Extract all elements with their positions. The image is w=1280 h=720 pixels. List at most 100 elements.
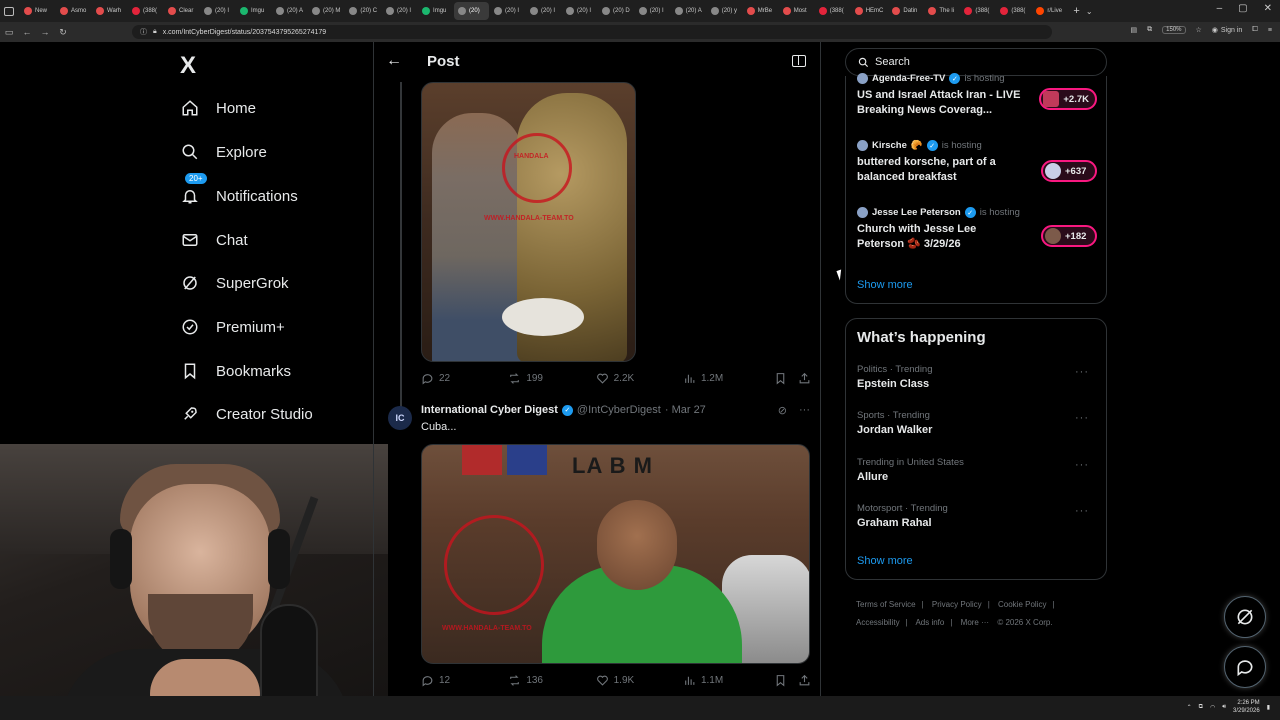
avatar[interactable]: IC xyxy=(388,406,412,430)
browser-tab[interactable]: (20) I xyxy=(490,2,525,20)
more-options-icon[interactable]: ··· xyxy=(1075,459,1089,471)
volume-icon[interactable]: 🔊︎ xyxy=(1222,704,1226,711)
like-button[interactable]: 1.9K xyxy=(596,674,683,687)
nav-item-chat[interactable]: Chat xyxy=(180,230,248,250)
browser-tab[interactable]: (20) D xyxy=(598,2,634,20)
browser-tab[interactable]: (388( xyxy=(960,2,995,20)
browser-tab[interactable]: Imgu xyxy=(236,2,271,20)
repost-button[interactable]: 199 xyxy=(508,372,595,385)
search-input[interactable]: Search xyxy=(845,48,1107,76)
grok-icon[interactable]: ⊘ xyxy=(778,404,787,417)
browser-tab[interactable]: (20) A xyxy=(671,2,706,20)
favorite-star-icon[interactable]: ☆ xyxy=(1196,26,1202,34)
footer-more[interactable]: More ··· xyxy=(961,618,989,627)
new-tab-button[interactable]: + xyxy=(1073,5,1079,17)
menu-icon[interactable]: ≡ xyxy=(1268,27,1272,34)
space-item[interactable]: Jesse Lee Peterson ✓ is hosting Church w… xyxy=(857,207,1097,252)
tab-list-chevron-icon[interactable]: ⌄ xyxy=(1086,7,1093,16)
browser-tab[interactable]: (20) I xyxy=(562,2,597,20)
trend-item[interactable]: Sports · Trending Jordan Walker ··· xyxy=(857,410,1097,436)
tweet-date[interactable]: · Mar 27 xyxy=(665,404,706,416)
network-icon[interactable]: ⧉ xyxy=(1199,704,1203,711)
trend-item[interactable]: Motorsport · Trending Graham Rahal ··· xyxy=(857,503,1097,529)
close-window-button[interactable]: ✕ xyxy=(1264,3,1272,14)
browser-tab[interactable]: MrBe xyxy=(743,2,778,20)
back-arrow-icon[interactable]: ← xyxy=(386,52,402,70)
sidebar-toggle-icon[interactable]: ▭ xyxy=(0,27,18,38)
browser-tab[interactable]: Most xyxy=(779,2,814,20)
trends-show-more-link[interactable]: Show more xyxy=(857,555,913,567)
x-logo[interactable]: X xyxy=(180,52,196,80)
browser-tab[interactable]: Warh xyxy=(92,2,127,20)
browser-tab[interactable]: Clear xyxy=(164,2,199,20)
forward-button[interactable]: → xyxy=(36,27,54,37)
minimize-button[interactable]: – xyxy=(1217,3,1223,14)
screenshot-icon[interactable]: ⧉ xyxy=(1147,26,1152,34)
spaces-show-more-link[interactable]: Show more xyxy=(857,279,913,291)
browser-tab[interactable]: (20) C xyxy=(345,2,381,20)
browser-tab[interactable]: (20) I xyxy=(200,2,235,20)
browser-tab[interactable]: (20) M xyxy=(308,2,344,20)
browser-tab[interactable]: The li xyxy=(924,2,959,20)
nav-item-creator-studio[interactable]: Creator Studio xyxy=(180,404,313,424)
reload-button[interactable]: ↻ xyxy=(54,27,72,38)
wifi-icon[interactable]: ◠ xyxy=(1210,704,1215,711)
tweet-image-bar[interactable]: LA B M WWW.HANDALA-TEAM.TO xyxy=(421,444,810,664)
browser-tab[interactable]: (20) I xyxy=(382,2,417,20)
browser-tab[interactable]: (388( xyxy=(128,2,163,20)
views-button[interactable]: 1.1M xyxy=(683,674,774,687)
browser-tab[interactable]: (388( xyxy=(996,2,1031,20)
nav-item-premium[interactable]: Premium+ xyxy=(180,317,285,337)
more-options-icon[interactable]: ··· xyxy=(1075,412,1089,424)
share-button[interactable] xyxy=(798,674,811,687)
browser-tab[interactable]: Imgu xyxy=(418,2,453,20)
more-options-icon[interactable]: ··· xyxy=(799,404,810,417)
tab-actions-icon[interactable] xyxy=(4,6,14,16)
tray-chevron-icon[interactable]: ⌃ xyxy=(1187,704,1192,711)
space-item[interactable]: Kirsche 🥐 ✓ is hosting buttered korsche,… xyxy=(857,140,1097,185)
sign-in-button[interactable]: ◉ Sign in xyxy=(1212,26,1243,35)
clock[interactable]: 2:26 PM 3/29/2026 xyxy=(1233,699,1260,715)
chat-floating-button[interactable] xyxy=(1224,646,1266,688)
repost-button[interactable]: 136 xyxy=(508,674,595,687)
nav-item-home[interactable]: Home xyxy=(180,98,256,118)
site-info-icon[interactable]: ⓘ xyxy=(140,27,147,37)
browser-tab[interactable]: (20) I xyxy=(526,2,561,20)
browser-tab[interactable]: (20) I xyxy=(635,2,670,20)
nav-item-bookmarks[interactable]: Bookmarks xyxy=(180,361,291,381)
browser-tab[interactable]: New xyxy=(20,2,55,20)
reader-mode-icon[interactable] xyxy=(792,55,806,67)
bookmark-button[interactable] xyxy=(774,674,798,687)
tweet-image-statue[interactable]: HANDALA WWW.HANDALA-TEAM.TO xyxy=(421,82,636,362)
author-handle[interactable]: @IntCyberDigest xyxy=(577,404,661,416)
back-button[interactable]: ← xyxy=(18,27,36,37)
footer-cookie[interactable]: Cookie Policy xyxy=(998,600,1046,609)
share-button[interactable] xyxy=(798,372,811,385)
author-name[interactable]: International Cyber Digest xyxy=(421,404,558,416)
more-options-icon[interactable]: ··· xyxy=(1075,366,1089,378)
space-item[interactable]: Agenda-Free-TV ✓ is hosting US and Israe… xyxy=(857,73,1097,118)
url-field[interactable]: ⓘ 🔒︎ x.com/IntCyberDigest/status/2037543… xyxy=(132,25,1052,39)
reply-button[interactable]: 12 xyxy=(421,674,508,687)
browser-tab[interactable]: HEmC xyxy=(851,2,888,20)
space-listener-pill[interactable]: +182 xyxy=(1041,225,1097,247)
footer-accessibility[interactable]: Accessibility xyxy=(856,618,900,627)
grok-floating-button[interactable] xyxy=(1224,596,1266,638)
reader-view-icon[interactable]: ▤ xyxy=(1131,26,1138,34)
nav-item-supergrok[interactable]: SuperGrok xyxy=(180,273,289,293)
zoom-level[interactable]: 150% xyxy=(1162,26,1186,34)
browser-tab[interactable]: r/Live xyxy=(1032,2,1067,20)
browser-tab[interactable]: (20) xyxy=(454,2,490,20)
nav-item-notifications[interactable]: 20+ Notifications xyxy=(180,173,298,206)
nav-item-explore[interactable]: Explore xyxy=(180,142,267,162)
space-listener-pill[interactable]: +637 xyxy=(1041,160,1097,182)
footer-privacy[interactable]: Privacy Policy xyxy=(932,600,982,609)
notification-center-icon[interactable]: ▮ xyxy=(1267,704,1270,711)
trend-item[interactable]: Politics · Trending Epstein Class ··· xyxy=(857,364,1097,390)
footer-ads-info[interactable]: Ads info xyxy=(915,618,944,627)
footer-terms[interactable]: Terms of Service xyxy=(856,600,916,609)
browser-tab[interactable]: (20) y xyxy=(707,2,742,20)
browser-tab[interactable]: Asmo xyxy=(56,2,91,20)
space-listener-pill[interactable]: +2.7K xyxy=(1039,88,1097,110)
reply-button[interactable]: 22 xyxy=(421,372,508,385)
